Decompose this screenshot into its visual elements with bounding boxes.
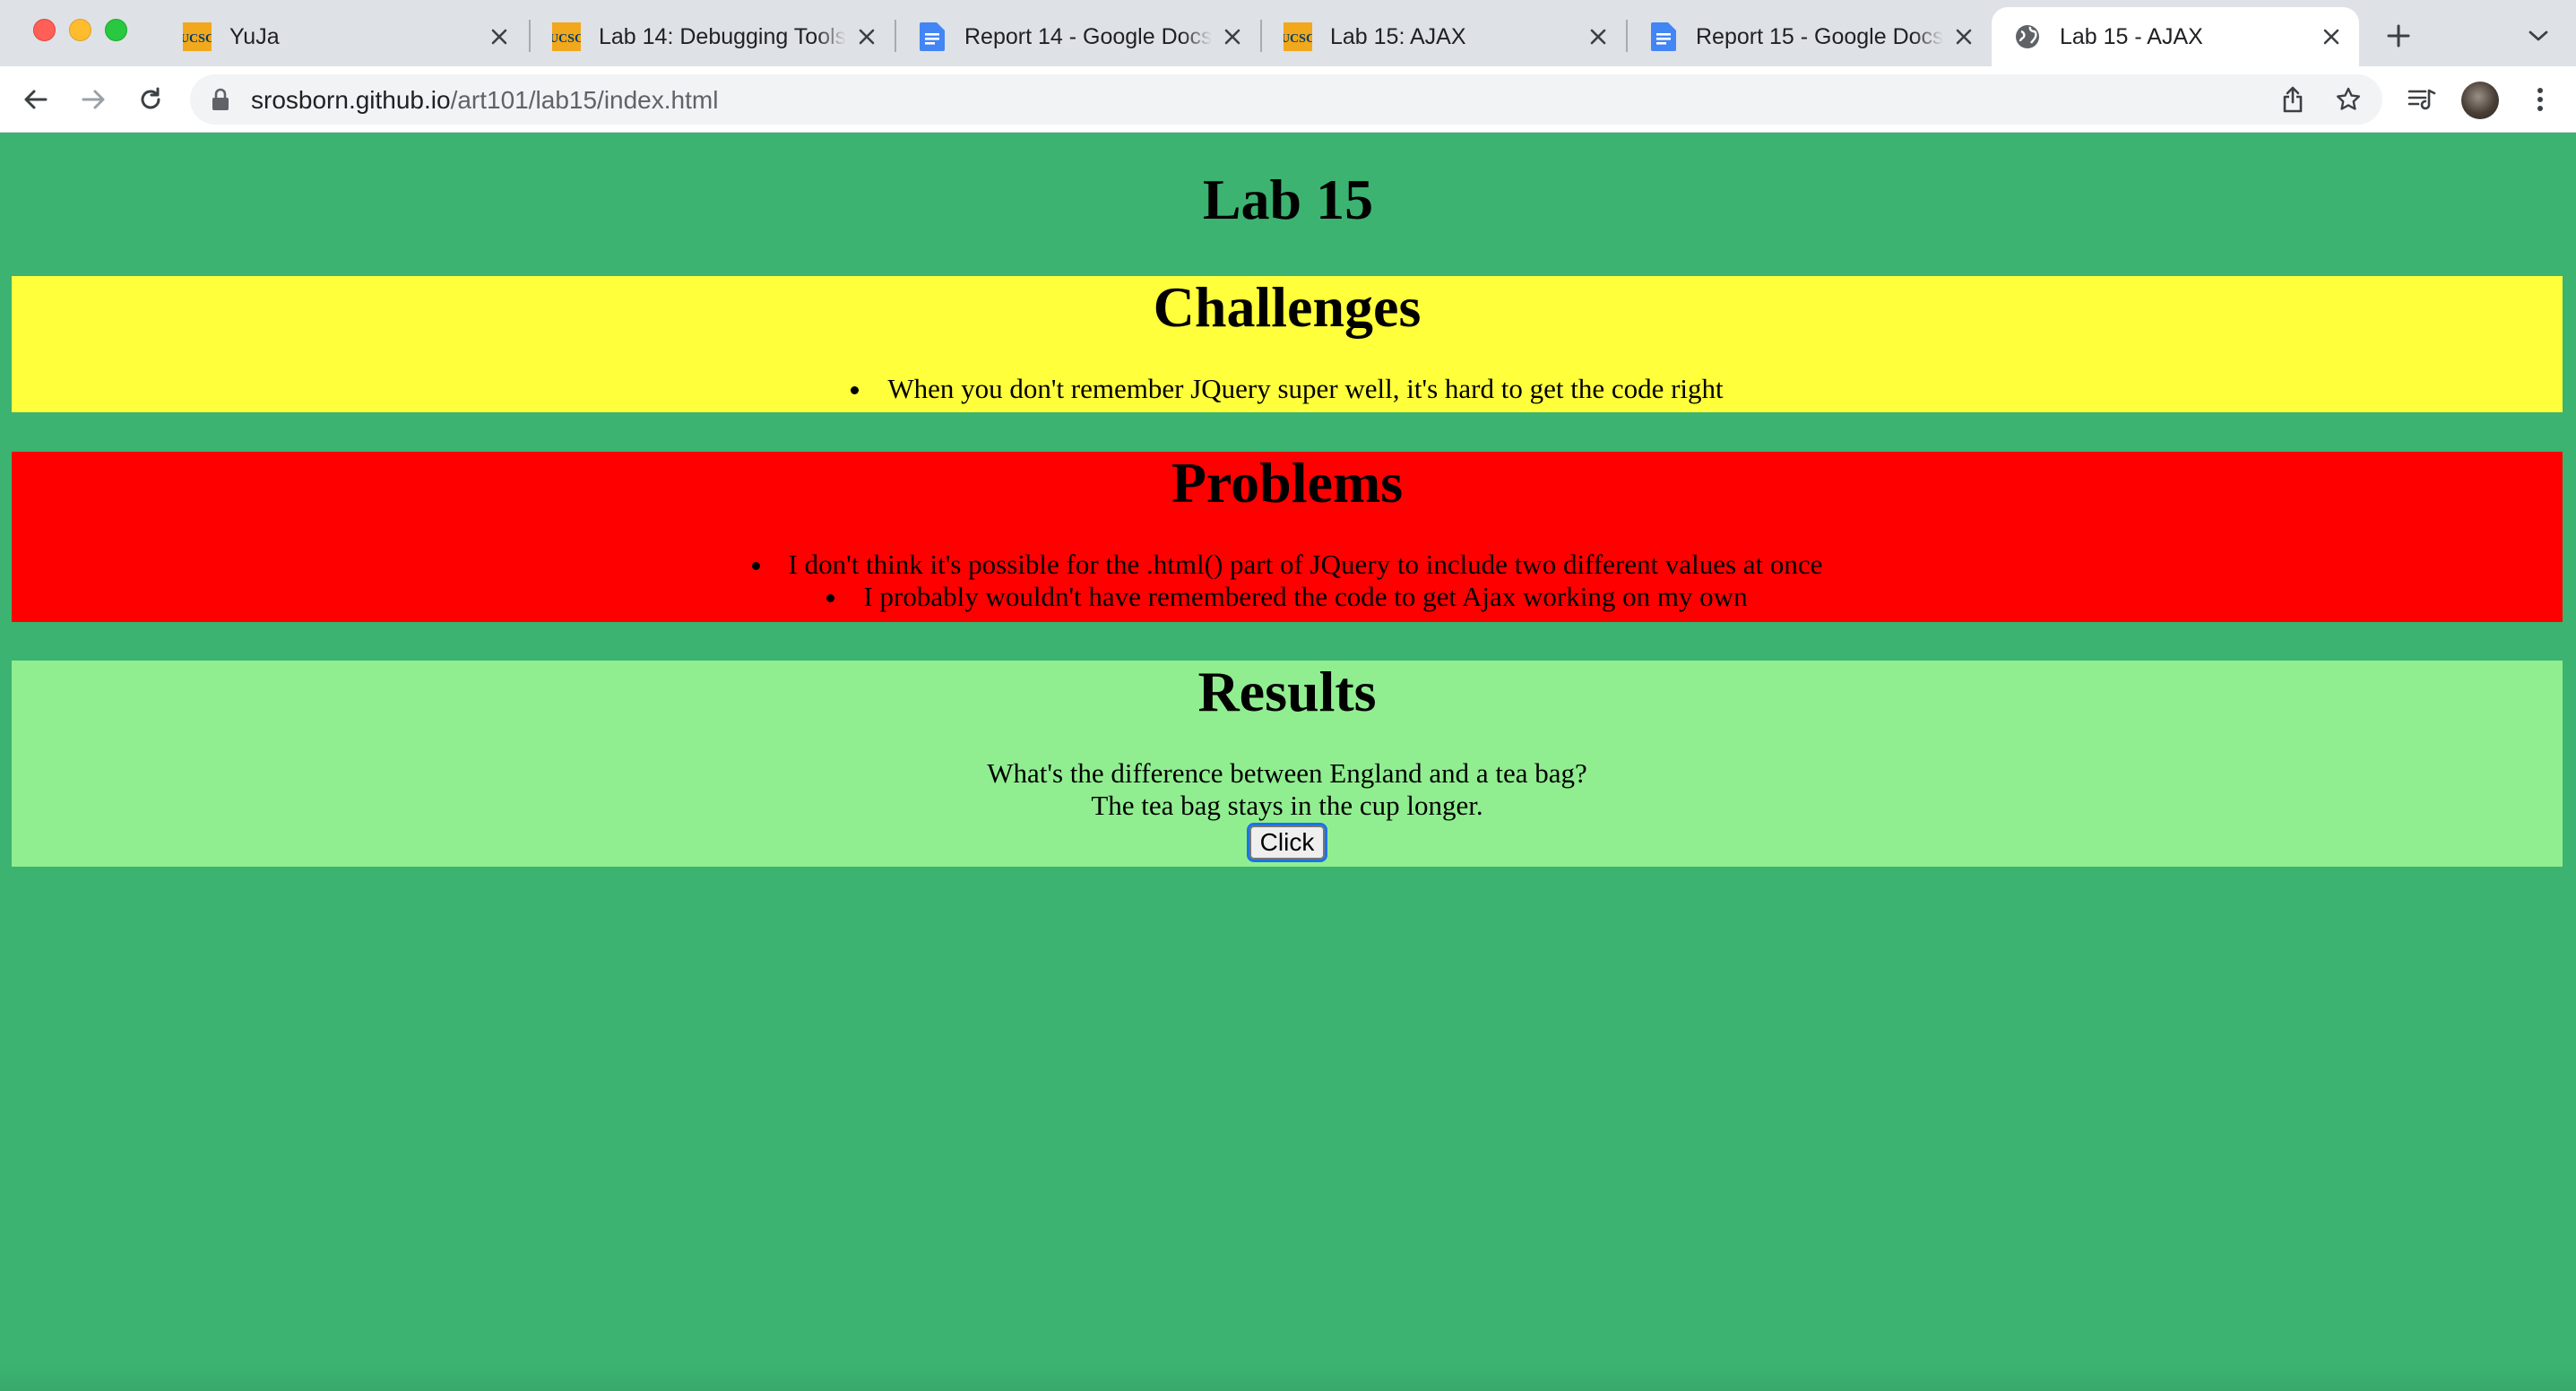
close-icon[interactable] xyxy=(853,23,880,50)
svg-text:UCSC: UCSC xyxy=(552,32,581,46)
page-viewport: Lab 15 Challenges When you don't remembe… xyxy=(0,133,2576,1391)
page-title: Lab 15 xyxy=(1202,168,1374,231)
challenges-heading: Challenges xyxy=(1153,275,1422,339)
reload-button[interactable] xyxy=(131,80,170,119)
problems-list: I don't think it's possible for the .htm… xyxy=(12,549,2563,613)
arrow-right-icon xyxy=(82,90,105,109)
globe-icon xyxy=(2013,22,2042,51)
reload-icon xyxy=(141,87,160,109)
google-docs-icon xyxy=(918,22,947,51)
tab-report15[interactable]: Report 15 - Google Docs xyxy=(1628,7,1992,66)
tab-title: Lab 15: AJAX xyxy=(1330,23,1466,49)
results-heading: Results xyxy=(1197,660,1377,723)
tab-lab14[interactable]: UCSC Lab 14: Debugging Tools xyxy=(531,7,895,66)
window-bottom-shadow xyxy=(0,1364,2576,1391)
tab-search-chevron-down-icon[interactable] xyxy=(2519,16,2558,56)
arrow-left-icon xyxy=(24,90,48,109)
joke-answer: The tea bag stays in the cup longer. xyxy=(1091,790,1483,822)
close-icon[interactable] xyxy=(486,23,513,50)
ucsc-icon: UCSC xyxy=(552,22,581,51)
new-tab-button[interactable] xyxy=(2379,16,2418,56)
list-item: I don't think it's possible for the .htm… xyxy=(12,549,2563,581)
click-button[interactable]: Click xyxy=(1246,823,1328,863)
challenges-list: When you don't remember JQuery super wel… xyxy=(12,373,2563,405)
close-window-button[interactable] xyxy=(33,19,56,41)
tab-report14[interactable]: Report 14 - Google Docs xyxy=(896,7,1260,66)
tab-lab15-ajax[interactable]: UCSC Lab 15: AJAX xyxy=(1262,7,1626,66)
ucsc-icon: UCSC xyxy=(183,22,212,51)
more-menu-kebab-icon[interactable] xyxy=(2520,80,2560,119)
problems-heading: Problems xyxy=(1171,451,1404,514)
list-item: When you don't remember JQuery super wel… xyxy=(12,373,2563,405)
tab-yuja[interactable]: UCSC YuJa xyxy=(161,7,527,66)
reading-list-icon[interactable] xyxy=(2402,80,2442,119)
svg-text:UCSC: UCSC xyxy=(1284,32,1312,46)
lock-icon[interactable] xyxy=(212,88,229,116)
url-text[interactable]: srosborn.github.io/art101/lab15/index.ht… xyxy=(251,86,718,115)
list-item: I probably wouldn't have remembered the … xyxy=(12,581,2563,613)
tab-title: Lab 15 - AJAX xyxy=(2060,23,2203,49)
tab-title: Report 15 - Google Docs xyxy=(1696,23,1943,49)
close-icon[interactable] xyxy=(2318,23,2345,50)
profile-avatar[interactable] xyxy=(2461,82,2499,119)
ucsc-icon: UCSC xyxy=(1284,22,1312,51)
problems-section: Problems I don't think it's possible for… xyxy=(12,451,2563,622)
url-path: /art101/lab15/index.html xyxy=(450,86,719,114)
minimize-window-button[interactable] xyxy=(69,19,91,41)
bookmark-star-icon[interactable] xyxy=(2334,85,2363,114)
close-icon[interactable] xyxy=(1950,23,1977,50)
google-docs-icon xyxy=(1649,22,1678,51)
address-bar[interactable]: srosborn.github.io/art101/lab15/index.ht… xyxy=(190,74,2382,125)
share-icon[interactable] xyxy=(2278,85,2307,114)
tab-title: Lab 14: Debugging Tools xyxy=(599,23,846,49)
back-button[interactable] xyxy=(16,80,56,119)
joke-output: What's the difference between England an… xyxy=(12,757,2563,822)
browser-toolbar: srosborn.github.io/art101/lab15/index.ht… xyxy=(0,66,2576,133)
url-host: srosborn.github.io xyxy=(251,86,451,114)
svg-text:UCSC: UCSC xyxy=(183,32,212,46)
close-icon[interactable] xyxy=(1585,23,1612,50)
tab-lab15-active[interactable]: Lab 15 - AJAX xyxy=(1992,7,2359,66)
tab-title: YuJa xyxy=(229,23,280,49)
forward-button[interactable] xyxy=(73,80,113,119)
joke-question: What's the difference between England an… xyxy=(987,757,1587,790)
challenges-section: Challenges When you don't remember JQuer… xyxy=(12,275,2563,412)
close-icon[interactable] xyxy=(1219,23,1246,50)
results-section: Results What's the difference between En… xyxy=(12,660,2563,867)
zoom-window-button[interactable] xyxy=(105,19,127,41)
tab-title: Report 14 - Google Docs xyxy=(964,23,1212,49)
tab-strip: UCSC YuJa UCSC Lab 14: Debugging Tools R… xyxy=(0,0,2576,66)
